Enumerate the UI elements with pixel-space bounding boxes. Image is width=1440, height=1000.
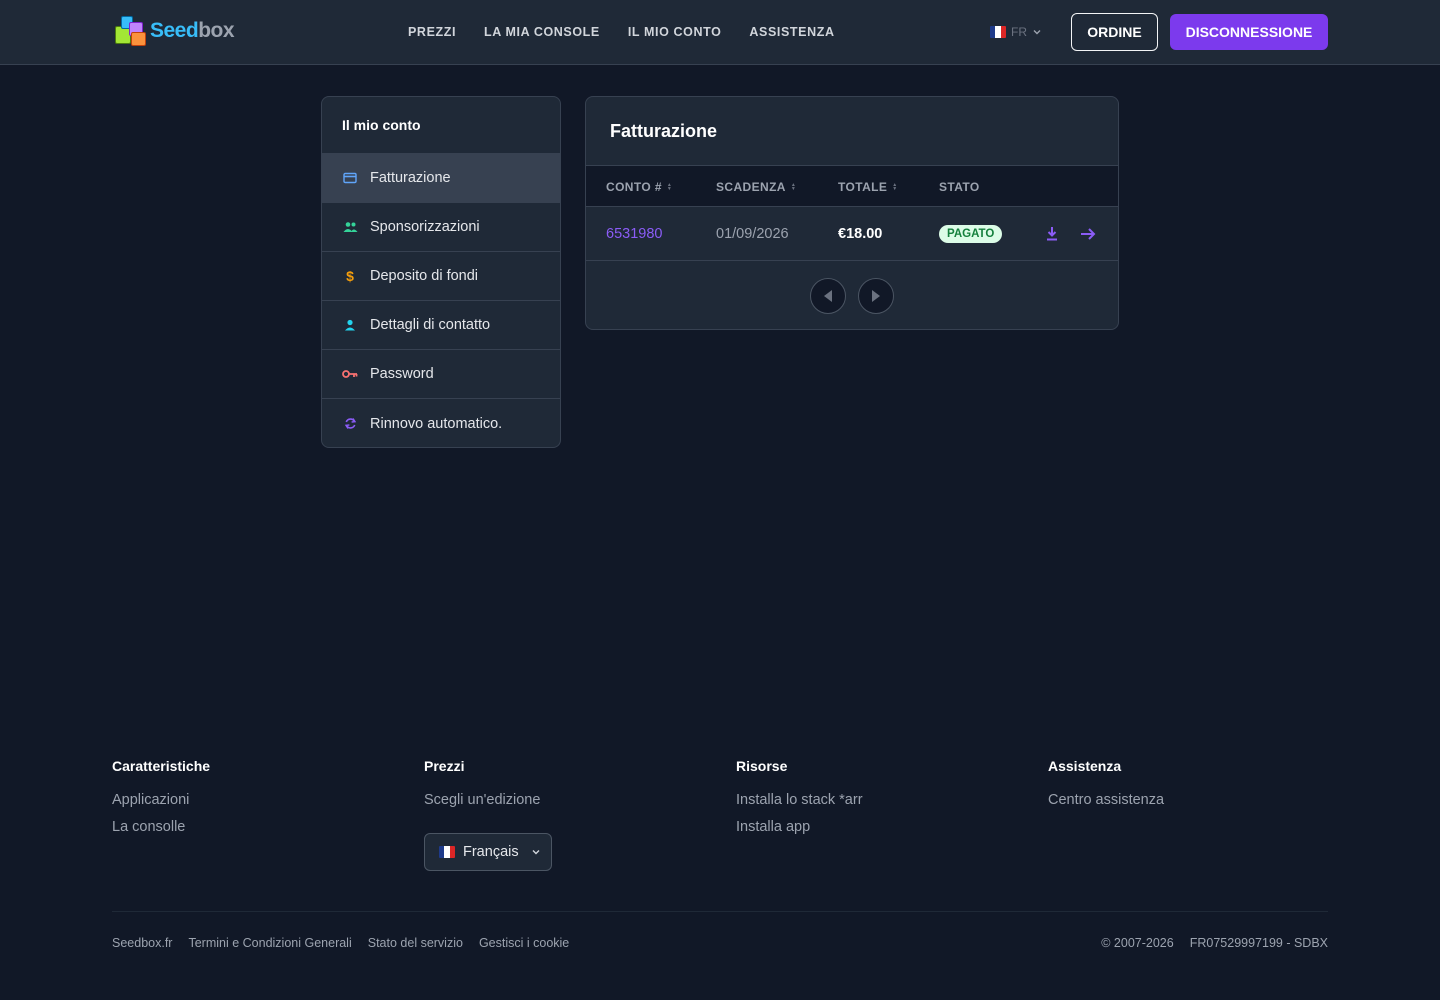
sidebar-item-label: Rinnovo automatico. [370, 415, 503, 432]
footer-bottom-links: Seedbox.fr Termini e Condizioni Generali… [112, 936, 569, 950]
seedbox-logo[interactable]: Seedbox [113, 14, 245, 48]
col-status: STATO [939, 179, 980, 194]
footer-link-cookies[interactable]: Gestisci i cookie [479, 936, 569, 950]
dollar-icon: $ [346, 268, 354, 284]
invoice-number-link[interactable]: 6531980 [606, 207, 662, 261]
footer-heading: Assistenza [1048, 758, 1122, 774]
footer-link-choose-edition[interactable]: Scegli un'edizione [424, 792, 540, 808]
sidebar-item-billing[interactable]: Fatturazione [322, 154, 560, 203]
chevron-right-icon [872, 290, 880, 302]
footer-divider [112, 911, 1328, 912]
france-flag-icon [990, 26, 1006, 38]
footer-link-console[interactable]: La consolle [112, 819, 210, 835]
nav-prezzi[interactable]: PREZZI [408, 25, 456, 39]
footer-link-arr-stack[interactable]: Installa lo stack *arr [736, 792, 863, 808]
billing-card: Fatturazione CONTO # ▲ ▼ SCADENZA ▲ ▼ TOTA… [585, 96, 1119, 330]
billing-table-header: CONTO # ▲ ▼ SCADENZA ▲ ▼ TOTALE ▲ ▼ STATO [586, 166, 1118, 207]
invoice-status: PAGATO [939, 207, 1003, 261]
footer-link-terms[interactable]: Termini e Condizioni Generali [188, 936, 351, 950]
footer-heading: Risorse [736, 758, 788, 774]
sort-icon: ▲ ▼ [790, 181, 797, 192]
sidebar-item-label: Fatturazione [370, 170, 451, 186]
language-code: FR [1011, 25, 1027, 39]
col-due-date[interactable]: SCADENZA ▲ ▼ [716, 166, 796, 207]
key-icon [342, 366, 358, 382]
sidebar-item-label: Dettagli di contatto [370, 317, 491, 333]
pagination [586, 263, 1118, 329]
footer-link-service-status[interactable]: Stato del servizio [368, 936, 463, 950]
sidebar-item-contact[interactable]: Dettagli di contatto [322, 301, 560, 350]
footer-heading: Caratteristiche [112, 758, 211, 774]
sort-icon: ▲ ▼ [892, 181, 898, 192]
col-total[interactable]: TOTALE ▲ ▼ [838, 166, 898, 207]
account-sidebar: Il mio conto Fatturazione Sponsorizzazio… [321, 96, 561, 448]
billing-title: Fatturazione [586, 97, 1118, 166]
invoice-due-date: 01/09/2026 [716, 226, 789, 242]
logo-text: Seedbox [150, 19, 235, 42]
chevron-left-icon [824, 290, 832, 302]
footer-link-seedbox[interactable]: Seedbox.fr [112, 936, 172, 950]
user-icon [342, 317, 358, 333]
refresh-icon [342, 416, 358, 432]
company-id: FR07529997199 - SDBX [1189, 936, 1328, 950]
language-switcher[interactable]: FR [990, 22, 1042, 42]
footer-heading: Prezzi [424, 758, 465, 774]
sidebar-item-label: Sponsorizzazioni [370, 219, 480, 235]
chevron-down-icon [1033, 30, 1041, 35]
logo-cubes-icon [113, 14, 149, 48]
order-button[interactable]: ORDINE [1071, 13, 1158, 51]
main-nav: PREZZI LA MIA CONSOLE IL MIO CONTO ASSIS… [408, 0, 835, 64]
sidebar-item-password[interactable]: Password [322, 350, 560, 399]
sidebar-item-sponsorships[interactable]: Sponsorizzazioni [322, 203, 560, 252]
chevron-down-icon [532, 850, 540, 855]
sidebar-item-auto-renew[interactable]: Rinnovo automatico. [322, 399, 560, 447]
next-page-button[interactable] [858, 278, 894, 314]
users-icon [342, 219, 358, 235]
sidebar-item-label: Deposito di fondi [370, 268, 479, 284]
footer-column-features: Caratteristiche Applicazioni La consolle [112, 758, 210, 846]
footer-link-install-apps[interactable]: Installa app [736, 819, 863, 835]
sidebar-item-label: Password [370, 366, 434, 382]
col-account[interactable]: CONTO # ▲ ▼ [606, 166, 672, 207]
footer-column-pricing: Prezzi Scegli un'edizione [424, 758, 540, 819]
footer-link-applications[interactable]: Applicazioni [112, 792, 210, 808]
table-row: 6531980 01/09/2026 €18.00 PAGATO [586, 207, 1118, 261]
footer-link-help-center[interactable]: Centro assistenza [1048, 792, 1164, 808]
arrow-right-icon[interactable] [1080, 207, 1096, 261]
top-header: Seedbox PREZZI LA MIA CONSOLE IL MIO CON… [0, 0, 1440, 65]
france-flag-icon [439, 846, 455, 858]
nav-support[interactable]: ASSISTENZA [749, 25, 834, 39]
previous-page-button[interactable] [810, 278, 846, 314]
footer-column-support: Assistenza Centro assistenza [1048, 758, 1164, 819]
invoice-total: €18.00 [838, 226, 883, 242]
status-badge: PAGATO [939, 225, 1003, 243]
footer-language-select[interactable]: Français [424, 833, 552, 871]
footer-column-resources: Risorse Installa lo stack *arr Installa … [736, 758, 863, 846]
sidebar-title: Il mio conto [322, 97, 560, 154]
copyright: © 2007-2026 [1101, 936, 1174, 950]
logout-button[interactable]: DISCONNESSIONE [1170, 14, 1328, 50]
nav-account[interactable]: IL MIO CONTO [628, 25, 722, 39]
download-icon[interactable] [1045, 207, 1059, 261]
nav-console[interactable]: LA MIA CONSOLE [484, 25, 600, 39]
sidebar-item-deposit[interactable]: $ Deposito di fondi [322, 252, 560, 301]
footer-legal: © 2007-2026 FR07529997199 - SDBX [1101, 936, 1328, 950]
sort-icon: ▲ ▼ [666, 181, 673, 192]
language-label: Français [463, 844, 519, 860]
credit-card-icon [342, 170, 358, 186]
